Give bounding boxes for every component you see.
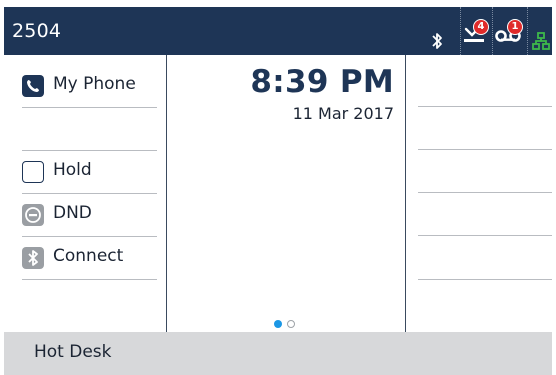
phone-icon: [22, 75, 44, 97]
right-key-divider: [418, 279, 552, 280]
softkey-bar: Hot Desk: [4, 332, 552, 375]
page-dot-active[interactable]: [274, 320, 282, 328]
line-key-label: DND: [53, 203, 92, 223]
line-key-hold[interactable]: Hold: [22, 151, 157, 194]
bluetooth-icon: [432, 33, 442, 49]
panel-divider: [405, 55, 406, 332]
page-dot[interactable]: [287, 320, 295, 328]
line-key-label: My Phone: [53, 74, 136, 94]
status-bar: 2504 4 1: [4, 7, 552, 55]
voicemail-badge: 1: [507, 19, 523, 35]
voicemail-indicator[interactable]: 1: [495, 19, 525, 49]
line-key-label: Connect: [53, 246, 124, 266]
softkey-hot-desk[interactable]: Hot Desk: [34, 342, 112, 362]
missed-calls-indicator[interactable]: 4: [463, 19, 489, 49]
clock-time: 8:39 PM: [250, 64, 394, 100]
phone-home-screen: 2504 4 1 My Phone Hold DND Connect 8:39 …: [0, 0, 556, 375]
bluetooth-icon: [22, 247, 44, 269]
blank-key-icon: [22, 161, 44, 183]
network-icon: [532, 32, 550, 50]
right-key-divider: [418, 149, 552, 150]
page-indicator[interactable]: [274, 320, 298, 330]
right-key-divider: [418, 106, 552, 107]
line-key-my-phone[interactable]: My Phone: [22, 65, 157, 108]
missed-calls-badge: 4: [473, 19, 489, 35]
line-key-label: Hold: [53, 160, 92, 180]
right-key-divider: [418, 192, 552, 193]
line-key-empty[interactable]: [22, 108, 157, 151]
status-icons: 4 1: [4, 13, 552, 50]
clock-date: 11 Mar 2017: [292, 104, 394, 123]
line-key-dnd[interactable]: DND: [22, 194, 157, 237]
line-keys-panel: My Phone Hold DND Connect: [4, 55, 166, 332]
line-key-connect[interactable]: Connect: [22, 237, 157, 280]
dnd-icon: [22, 204, 44, 226]
right-key-divider: [418, 235, 552, 236]
